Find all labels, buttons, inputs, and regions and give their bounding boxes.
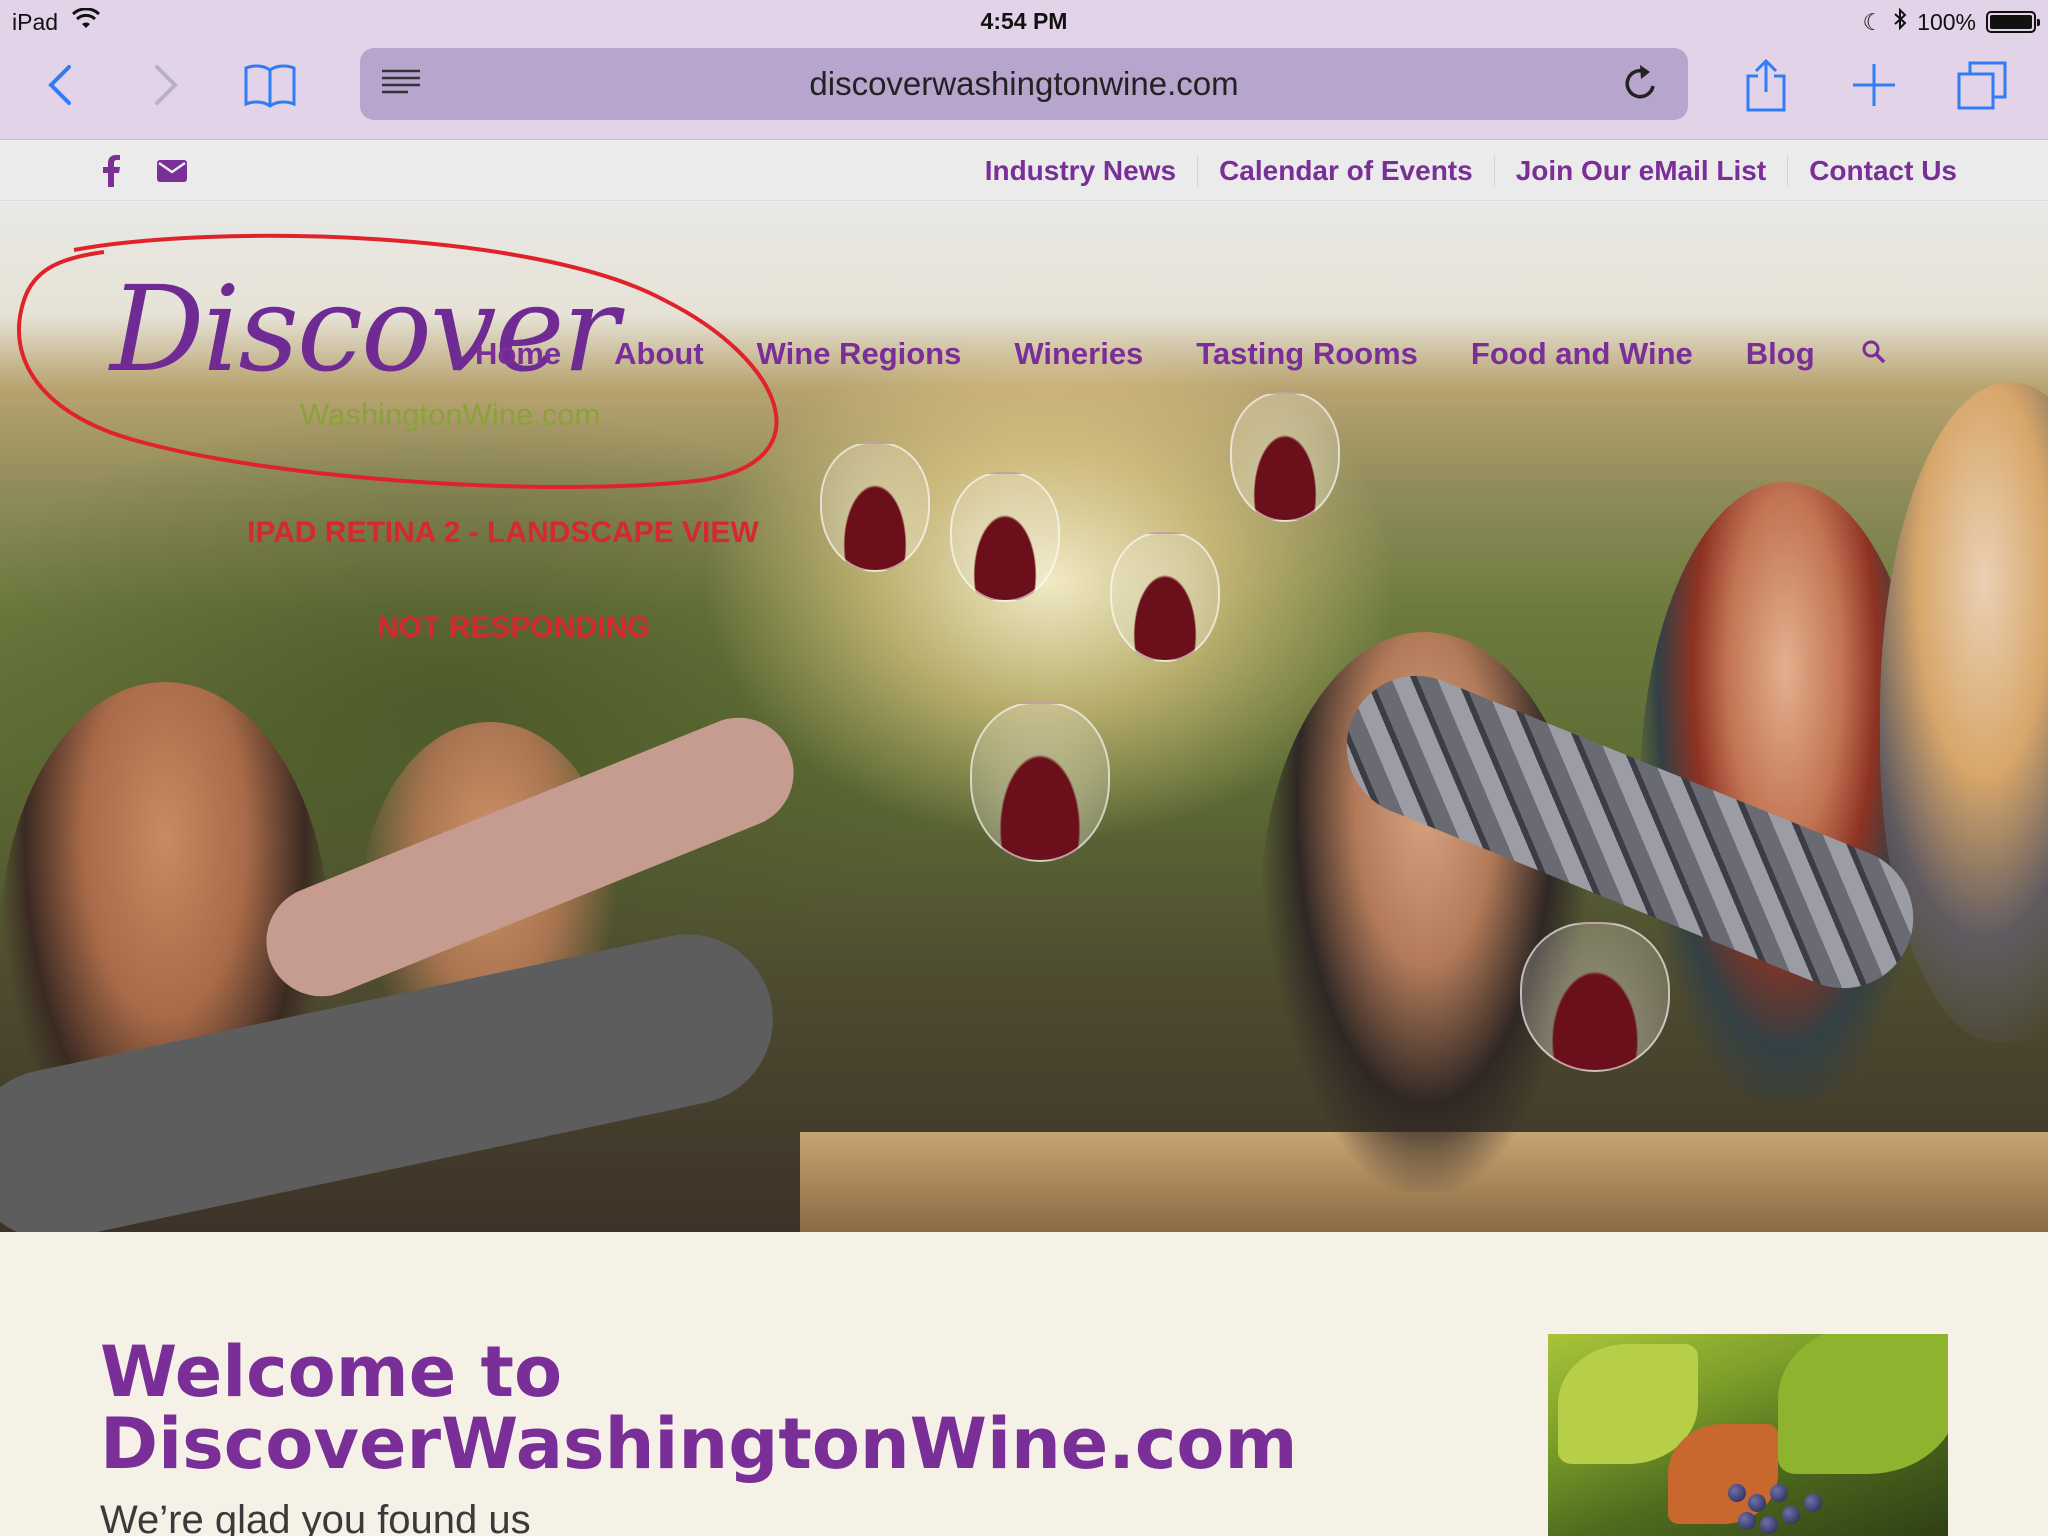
reload-icon[interactable]	[1620, 62, 1660, 109]
industry-news-link[interactable]: Industry News	[964, 155, 1197, 187]
book-icon	[244, 64, 296, 108]
bluetooth-icon	[1893, 7, 1907, 36]
wine-glass	[1520, 922, 1670, 1072]
address-bar[interactable]: discoverwashingtonwine.com	[360, 48, 1688, 120]
email-icon[interactable]	[154, 153, 190, 189]
welcome-tagline: We’re glad you found us	[100, 1498, 531, 1536]
grapes-image	[1548, 1334, 1948, 1536]
wine-glass	[820, 442, 930, 572]
plus-icon	[1853, 64, 1895, 106]
chevron-right-icon	[155, 65, 178, 105]
facebook-icon[interactable]	[93, 153, 129, 189]
back-button[interactable]	[30, 55, 90, 115]
battery-icon	[1986, 11, 2040, 33]
nav-wine-regions[interactable]: Wine Regions	[757, 336, 962, 372]
nav-wineries[interactable]: Wineries	[1014, 336, 1143, 372]
tabs-button[interactable]	[1952, 55, 2012, 115]
annotation-not-responding: NOT RESPONDING	[377, 611, 651, 644]
url-text: discoverwashingtonwine.com	[809, 65, 1239, 102]
site-topbar: Industry News Calendar of Events Join Ou…	[0, 141, 2048, 201]
wine-glass	[1230, 392, 1340, 522]
browser-chrome: iPad 4:54 PM ☾ 100% discoverwashingtonwi…	[0, 0, 2048, 140]
moon-icon: ☾	[1862, 8, 1884, 35]
join-email-list-link[interactable]: Join Our eMail List	[1493, 155, 1787, 187]
status-bar: iPad 4:54 PM ☾ 100%	[0, 0, 2048, 40]
nav-blog[interactable]: Blog	[1746, 336, 1815, 372]
nav-food-and-wine[interactable]: Food and Wine	[1471, 336, 1693, 372]
share-button[interactable]	[1736, 55, 1796, 115]
contact-us-link[interactable]: Contact Us	[1787, 155, 1978, 187]
battery-percent: 100%	[1917, 8, 1976, 35]
share-icon	[1746, 58, 1786, 112]
status-time: 4:54 PM	[980, 8, 1068, 34]
wine-glass	[1110, 532, 1220, 662]
chevron-left-icon	[48, 65, 71, 105]
new-tab-button[interactable]	[1844, 55, 1904, 115]
search-icon[interactable]	[1862, 336, 1886, 372]
welcome-heading: Welcome to DiscoverWashingtonWine.com	[100, 1336, 1297, 1480]
nav-tasting-rooms[interactable]: Tasting Rooms	[1196, 336, 1418, 372]
topbar-links: Industry News Calendar of Events Join Ou…	[964, 155, 1978, 187]
welcome-heading-line1: Welcome to	[100, 1331, 563, 1413]
main-nav: Home About Wine Regions Wineries Tasting…	[475, 336, 1939, 372]
tabs-icon	[1957, 61, 2007, 110]
nav-home[interactable]: Home	[475, 336, 561, 372]
welcome-heading-line2: DiscoverWashingtonWine.com	[100, 1403, 1298, 1485]
nav-about[interactable]: About	[614, 336, 704, 372]
forward-button[interactable]	[136, 55, 196, 115]
calendar-of-events-link[interactable]: Calendar of Events	[1197, 155, 1494, 187]
annotation-landscape-view: IPAD RETINA 2 - LANDSCAPE VIEW	[247, 516, 759, 549]
wine-glass	[950, 472, 1060, 602]
bookmarks-button[interactable]	[240, 55, 300, 115]
wine-glass	[970, 702, 1110, 862]
